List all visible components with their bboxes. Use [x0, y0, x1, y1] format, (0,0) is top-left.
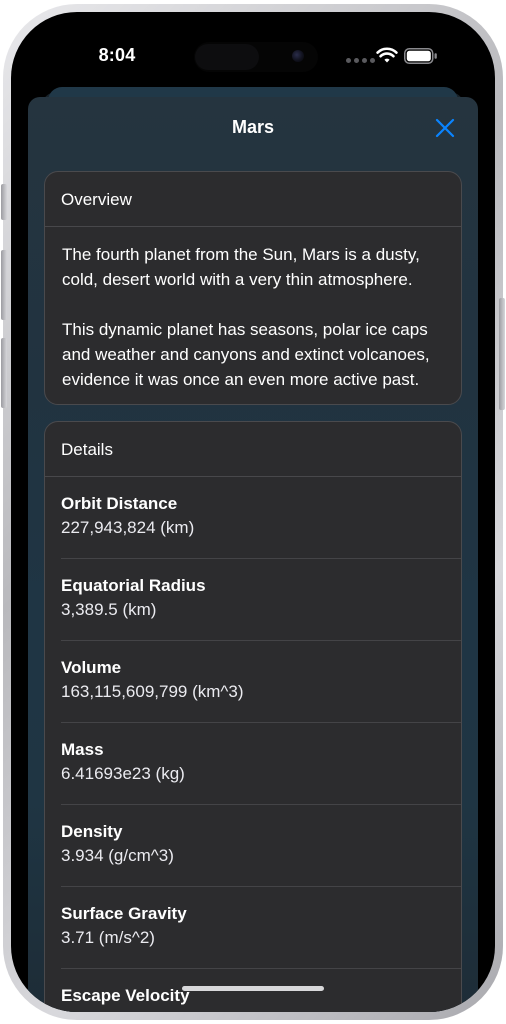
detail-value: 3.934 (g/cm^3): [61, 846, 174, 865]
xmark-icon: [435, 118, 455, 138]
detail-label: Orbit Distance: [61, 494, 178, 513]
detail-label: Volume: [61, 658, 122, 677]
detail-value: 3,389.5 (km): [61, 600, 157, 619]
details-card: Details Orbit Distance 227,943,824 (km) …: [44, 421, 462, 1012]
detail-row-mass: Mass 6.41693e23 (kg): [45, 723, 461, 805]
detail-label: Equatorial Radius: [61, 576, 206, 595]
detail-row-equatorial-radius: Equatorial Radius 3,389.5 (km): [45, 559, 461, 641]
detail-value: 227,943,824 (km): [61, 518, 195, 537]
front-camera-icon: [292, 50, 304, 62]
detail-row-density: Density 3.934 (g/cm^3): [45, 805, 461, 887]
volume-down-button: [1, 338, 7, 408]
overview-paragraph: The fourth planet from the Sun, Mars is …: [62, 245, 420, 289]
home-indicator[interactable]: [182, 986, 324, 991]
volume-up-button: [1, 250, 7, 320]
battery-icon: [404, 48, 437, 64]
sheet-title: Mars: [231, 117, 275, 137]
cellular-signal-icon: [346, 58, 375, 63]
detail-value: 163,115,609,799 (km^3): [61, 682, 244, 701]
status-time: 8:04: [98, 45, 136, 65]
overview-paragraph: This dynamic planet has seasons, polar i…: [62, 320, 430, 389]
details-header: Details: [45, 422, 461, 477]
detail-row-orbit-distance: Orbit Distance 227,943,824 (km): [45, 477, 461, 559]
detail-label: Mass: [61, 740, 104, 759]
overview-text: The fourth planet from the Sun, Mars is …: [45, 227, 461, 392]
action-button: [1, 184, 7, 220]
detail-value: 3.71 (m/s^2): [61, 928, 155, 947]
detail-label: Surface Gravity: [61, 904, 187, 923]
overview-card: Overview The fourth planet from the Sun,…: [44, 171, 462, 405]
overview-header: Overview: [45, 172, 461, 227]
planet-detail-sheet: Mars Overview The fourth planet from the…: [28, 97, 478, 1012]
detail-value: 6.41693e23 (kg): [61, 764, 185, 783]
detail-label: Density: [61, 822, 123, 841]
close-button[interactable]: [431, 114, 459, 142]
island-sensor: [195, 44, 259, 70]
wifi-icon: [376, 47, 398, 63]
detail-row-volume: Volume 163,115,609,799 (km^3): [45, 641, 461, 723]
detail-row-surface-gravity: Surface Gravity 3.71 (m/s^2): [45, 887, 461, 969]
power-button: [499, 298, 505, 410]
screen: 8:04 Mars Overview The fourth planet fro…: [11, 12, 495, 1012]
